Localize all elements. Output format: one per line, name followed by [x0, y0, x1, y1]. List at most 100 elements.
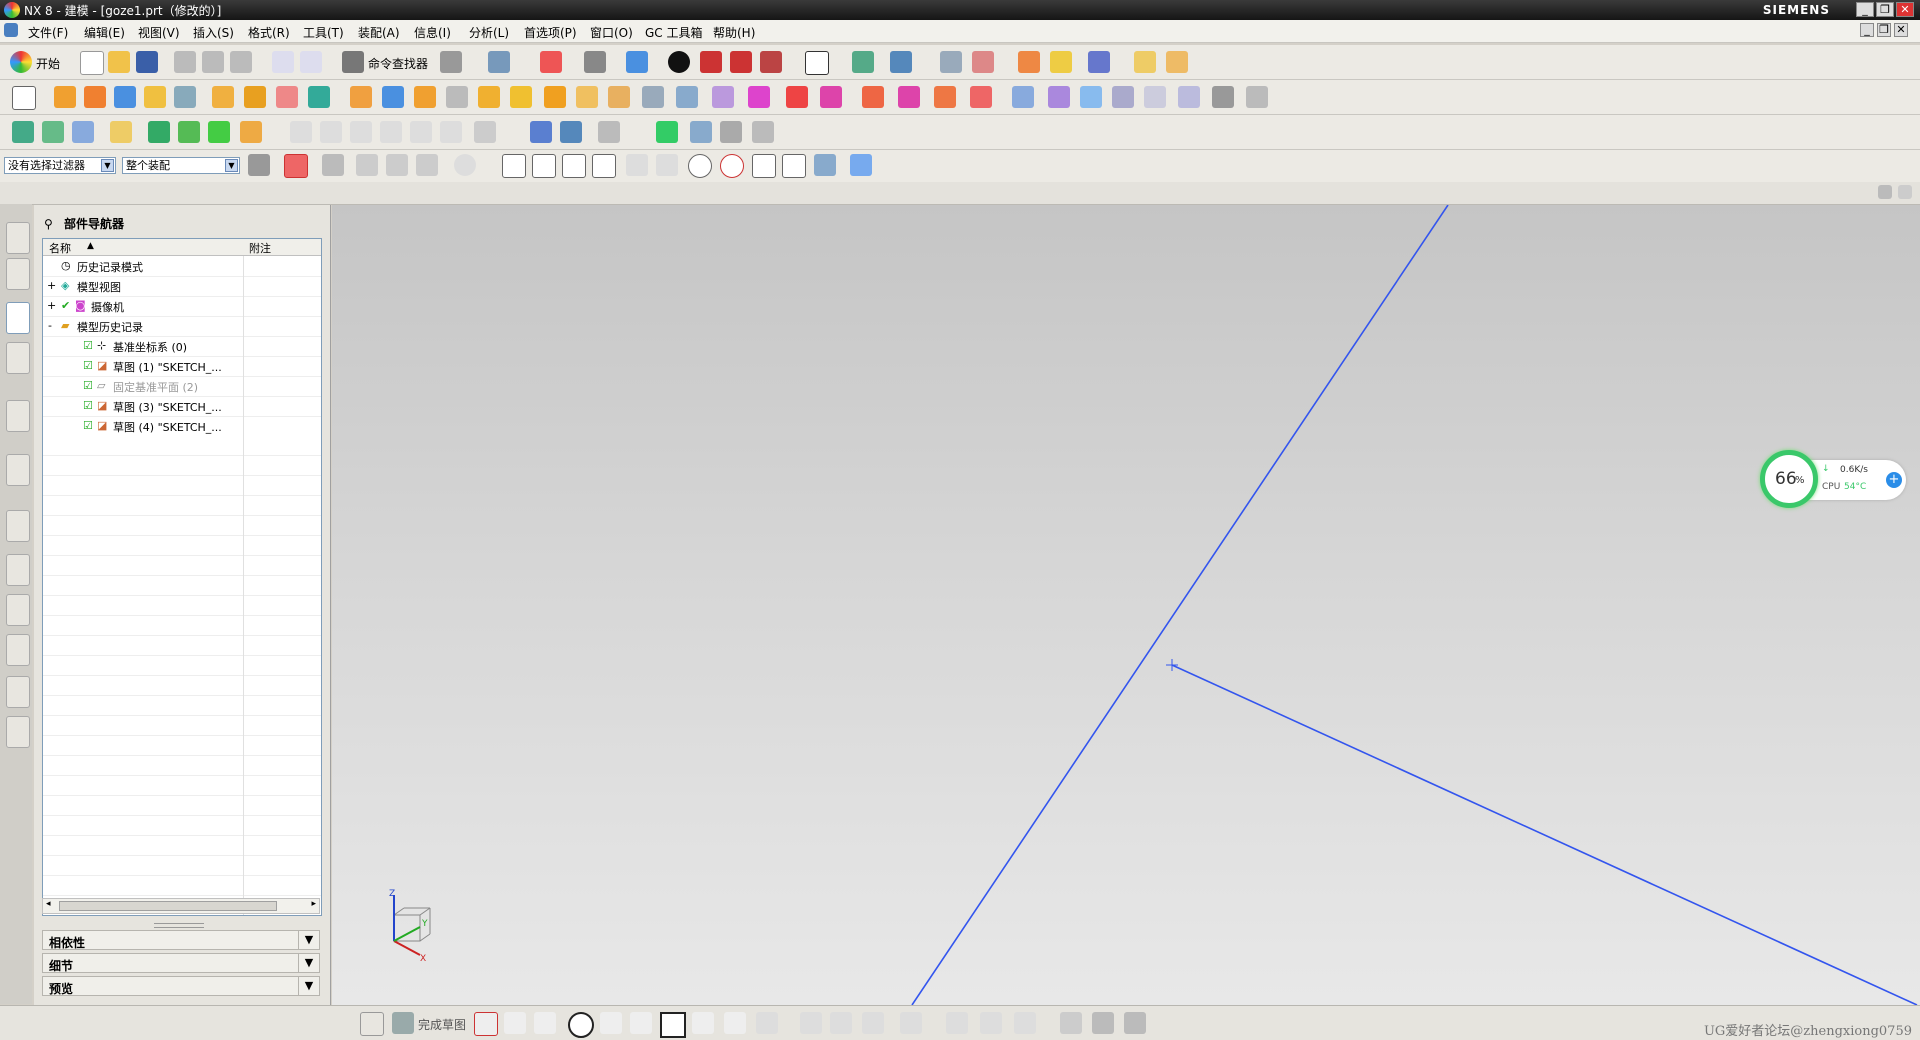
mirror-feature-icon[interactable] — [712, 86, 734, 108]
check-geometry-icon[interactable] — [656, 121, 678, 143]
display-constraints-icon[interactable] — [1014, 1012, 1036, 1034]
line-icon[interactable] — [504, 1012, 526, 1034]
component-filter-icon[interactable] — [386, 154, 408, 176]
clip-section-icon[interactable] — [700, 51, 722, 73]
layer-settings-icon[interactable] — [940, 51, 962, 73]
variational-sweep-icon[interactable] — [276, 86, 298, 108]
start-icon[interactable] — [10, 51, 32, 73]
snap-center-icon[interactable] — [688, 154, 712, 178]
snap-quadrant-icon[interactable] — [720, 154, 744, 178]
snap-line-mid-icon[interactable] — [592, 154, 616, 178]
through-curves-icon[interactable] — [1012, 86, 1034, 108]
save-icon[interactable] — [136, 51, 158, 73]
n-sided-surface-icon[interactable] — [1144, 86, 1166, 108]
synchronous-icon[interactable] — [934, 86, 956, 108]
snap-face-icon[interactable] — [814, 154, 836, 176]
menu-assembly[interactable]: 装配(A) — [358, 24, 400, 41]
emboss-icon[interactable] — [642, 86, 664, 108]
section-curve-icon[interactable] — [208, 121, 230, 143]
quick-extend-icon[interactable] — [830, 1012, 852, 1034]
command-finder-icon[interactable] — [342, 51, 364, 73]
make-corner-icon[interactable] — [862, 1012, 884, 1034]
update-model-icon[interactable] — [1124, 1012, 1146, 1034]
extract-curve-icon[interactable] — [240, 121, 262, 143]
scroll-thumb[interactable] — [59, 901, 277, 911]
boss-icon[interactable] — [144, 86, 166, 108]
checkbox-icon[interactable]: ☑ — [83, 339, 93, 352]
graphics-window[interactable]: Z Y X 66 % ↓ 0.6K/s CPU 54°C + — [332, 205, 1920, 1005]
text-icon[interactable] — [410, 121, 432, 143]
rapid-dimension-icon[interactable] — [980, 1012, 1002, 1034]
restore-button[interactable]: ❐ — [1876, 2, 1894, 17]
chevron-down-icon[interactable]: ▼ — [225, 159, 238, 172]
snap-body-icon[interactable] — [850, 154, 872, 176]
doc-close-button[interactable]: ✕ — [1894, 23, 1908, 37]
edit-object-icon[interactable] — [560, 121, 582, 143]
grid-icon[interactable] — [752, 121, 774, 143]
web-browser-tab-icon[interactable] — [6, 454, 30, 486]
body-filter-icon[interactable] — [416, 154, 438, 176]
move-object-icon[interactable] — [890, 51, 912, 73]
tree-row-history-mode[interactable]: ◷ 历史记录模式 — [43, 256, 321, 277]
sketch-line-2[interactable] — [1171, 664, 1918, 1005]
scroll-left-icon[interactable]: ◂ — [46, 899, 51, 909]
selection-filter-dropdown[interactable]: 没有选择过滤器 ▼ — [4, 157, 116, 174]
process-studio-tab-icon[interactable] — [6, 594, 30, 626]
fillet-icon[interactable] — [600, 1012, 622, 1034]
draft-icon[interactable] — [446, 86, 468, 108]
view-icon[interactable] — [1878, 185, 1892, 199]
tree-row-datum-csys[interactable]: ☑ ⊹ 基准坐标系 (0) — [43, 336, 321, 357]
revolve-icon[interactable] — [84, 86, 106, 108]
menu-format[interactable]: 格式(R) — [248, 24, 290, 41]
wcs-icon[interactable] — [852, 51, 874, 73]
snap-mid-icon[interactable] — [532, 154, 556, 178]
background-icon[interactable] — [805, 51, 829, 75]
touch-mode-icon[interactable] — [440, 51, 462, 73]
line-icon[interactable] — [290, 121, 312, 143]
menu-help[interactable]: 帮助(H) — [713, 24, 755, 41]
auto-constrain-icon[interactable] — [946, 1012, 968, 1034]
checkbox-icon[interactable]: ☑ — [83, 379, 93, 392]
close-button[interactable]: ✕ — [1896, 2, 1914, 17]
reuse-library-tab-icon[interactable] — [6, 342, 30, 374]
studio-spline-icon[interactable] — [692, 1012, 714, 1034]
horizontal-scrollbar[interactable]: ◂ ▸ — [42, 898, 320, 914]
shaded-icon[interactable] — [626, 51, 648, 73]
tree-row-cameras[interactable]: + ✔ ◙ 摄像机 — [43, 296, 321, 317]
rectangle-icon[interactable] — [660, 1012, 686, 1038]
snap-existing-point-icon[interactable] — [752, 154, 776, 178]
chamfer-icon[interactable] — [382, 86, 404, 108]
offset-curve-icon[interactable] — [756, 1012, 778, 1034]
bridge-surface-icon[interactable] — [1246, 86, 1268, 108]
orient-view-icon[interactable] — [584, 51, 606, 73]
cpu-monitor-widget[interactable]: 66 % ↓ 0.6K/s CPU 54°C + — [1760, 450, 1906, 512]
section-view-icon[interactable] — [760, 51, 782, 73]
quick-trim-icon[interactable] — [800, 1012, 822, 1034]
paste-icon[interactable] — [230, 51, 252, 73]
project-curve-icon[interactable] — [148, 121, 170, 143]
undo-icon[interactable] — [272, 51, 294, 73]
chevron-down-icon[interactable]: ▼ — [298, 977, 319, 995]
command-finder-button[interactable]: 命令查找器 — [368, 55, 428, 72]
checkmark-icon[interactable]: ✔ — [61, 299, 70, 312]
drafting-icon[interactable] — [1166, 51, 1188, 73]
redo-icon[interactable] — [300, 51, 322, 73]
manufacturing-wizard-tab-icon[interactable] — [6, 634, 30, 666]
chevron-down-icon[interactable]: ▼ — [298, 954, 319, 972]
pocket-icon[interactable] — [174, 86, 196, 108]
spline-icon[interactable] — [350, 121, 372, 143]
hole-icon[interactable] — [114, 86, 136, 108]
sew-icon[interactable] — [1178, 86, 1200, 108]
roles-tab-icon[interactable] — [6, 676, 30, 708]
rotate-icon[interactable] — [322, 154, 344, 176]
expand-icon[interactable]: + — [47, 299, 56, 312]
point-icon[interactable] — [724, 1012, 746, 1034]
shell-icon[interactable] — [414, 86, 436, 108]
edge-blend-icon[interactable] — [350, 86, 372, 108]
feature-filter-icon[interactable] — [356, 154, 378, 176]
snap-end-icon[interactable] — [502, 154, 526, 178]
resize-blend-icon[interactable] — [862, 86, 884, 108]
tree-row-fixed-datum-plane[interactable]: ☑ ▱ 固定基准平面 (2) — [43, 376, 321, 397]
menu-tools[interactable]: 工具(T) — [303, 24, 344, 41]
scale-body-icon[interactable] — [608, 86, 630, 108]
